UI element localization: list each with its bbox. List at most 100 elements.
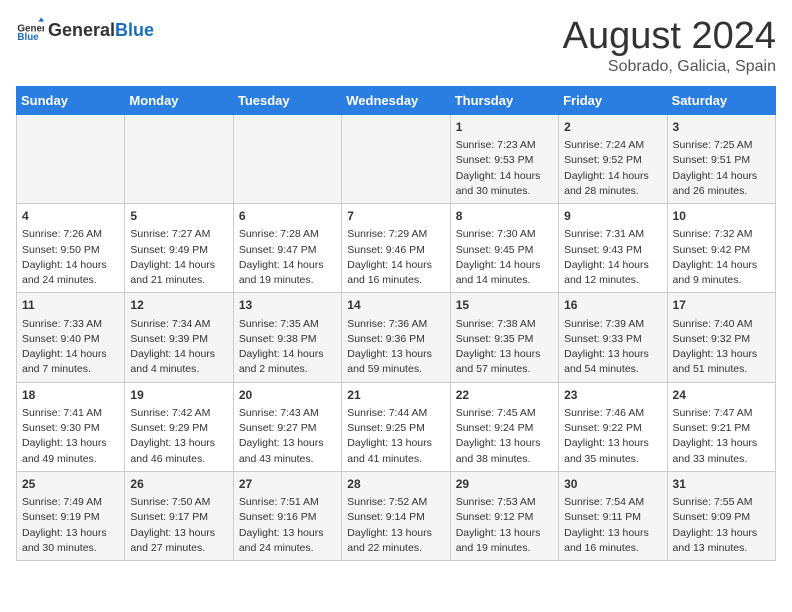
day-info: Daylight: 14 hours and 26 minutes.	[673, 169, 770, 199]
day-info: Sunrise: 7:41 AM	[22, 406, 119, 421]
day-number: 7	[347, 208, 444, 225]
calendar-cell	[342, 114, 450, 203]
day-info: Daylight: 14 hours and 19 minutes.	[239, 258, 336, 288]
day-info: Sunset: 9:32 PM	[673, 332, 770, 347]
calendar-cell: 4Sunrise: 7:26 AMSunset: 9:50 PMDaylight…	[17, 204, 125, 293]
day-number: 9	[564, 208, 661, 225]
day-info: Sunset: 9:25 PM	[347, 421, 444, 436]
calendar-cell: 5Sunrise: 7:27 AMSunset: 9:49 PMDaylight…	[125, 204, 233, 293]
day-info: Sunrise: 7:33 AM	[22, 317, 119, 332]
day-info: Sunset: 9:21 PM	[673, 421, 770, 436]
day-info: Daylight: 14 hours and 2 minutes.	[239, 347, 336, 377]
day-number: 19	[130, 387, 227, 404]
calendar-cell: 6Sunrise: 7:28 AMSunset: 9:47 PMDaylight…	[233, 204, 341, 293]
calendar-body: 1Sunrise: 7:23 AMSunset: 9:53 PMDaylight…	[17, 114, 776, 560]
day-info: Daylight: 14 hours and 9 minutes.	[673, 258, 770, 288]
day-number: 4	[22, 208, 119, 225]
day-number: 22	[456, 387, 553, 404]
day-info: Daylight: 13 hours and 13 minutes.	[673, 526, 770, 556]
day-number: 31	[673, 476, 770, 493]
day-info: Daylight: 13 hours and 51 minutes.	[673, 347, 770, 377]
day-info: Sunset: 9:24 PM	[456, 421, 553, 436]
calendar-week-2: 11Sunrise: 7:33 AMSunset: 9:40 PMDayligh…	[17, 293, 776, 382]
day-info: Sunrise: 7:50 AM	[130, 495, 227, 510]
day-number: 15	[456, 297, 553, 314]
title-block: August 2024 Sobrado, Galicia, Spain	[563, 16, 776, 76]
day-info: Sunset: 9:36 PM	[347, 332, 444, 347]
day-number: 5	[130, 208, 227, 225]
day-info: Sunrise: 7:36 AM	[347, 317, 444, 332]
calendar-subtitle: Sobrado, Galicia, Spain	[563, 58, 776, 76]
calendar-cell: 19Sunrise: 7:42 AMSunset: 9:29 PMDayligh…	[125, 382, 233, 471]
day-info: Sunrise: 7:44 AM	[347, 406, 444, 421]
day-info: Sunset: 9:38 PM	[239, 332, 336, 347]
day-number: 16	[564, 297, 661, 314]
calendar-cell: 20Sunrise: 7:43 AMSunset: 9:27 PMDayligh…	[233, 382, 341, 471]
calendar-cell	[233, 114, 341, 203]
day-number: 30	[564, 476, 661, 493]
day-info: Daylight: 13 hours and 16 minutes.	[564, 526, 661, 556]
calendar-cell	[125, 114, 233, 203]
day-info: Sunrise: 7:43 AM	[239, 406, 336, 421]
calendar-cell: 11Sunrise: 7:33 AMSunset: 9:40 PMDayligh…	[17, 293, 125, 382]
calendar-cell: 30Sunrise: 7:54 AMSunset: 9:11 PMDayligh…	[559, 471, 667, 560]
day-info: Sunset: 9:09 PM	[673, 510, 770, 525]
logo: General Blue GeneralBlue	[16, 16, 154, 44]
calendar-week-3: 18Sunrise: 7:41 AMSunset: 9:30 PMDayligh…	[17, 382, 776, 471]
calendar-cell: 31Sunrise: 7:55 AMSunset: 9:09 PMDayligh…	[667, 471, 775, 560]
day-info: Sunset: 9:46 PM	[347, 243, 444, 258]
day-info: Sunrise: 7:52 AM	[347, 495, 444, 510]
day-number: 29	[456, 476, 553, 493]
day-info: Sunrise: 7:51 AM	[239, 495, 336, 510]
day-info: Daylight: 13 hours and 59 minutes.	[347, 347, 444, 377]
day-info: Sunrise: 7:40 AM	[673, 317, 770, 332]
calendar-cell: 10 Sunrise: 7:32 AMSunset: 9:42 PMDayligh…	[667, 204, 775, 293]
day-info: Daylight: 14 hours and 7 minutes.	[22, 347, 119, 377]
day-info: Daylight: 14 hours and 4 minutes.	[130, 347, 227, 377]
day-info: Daylight: 14 hours and 14 minutes.	[456, 258, 553, 288]
calendar-header: SundayMondayTuesdayWednesdayThursdayFrid…	[17, 86, 776, 114]
calendar-cell: 14Sunrise: 7:36 AMSunset: 9:36 PMDayligh…	[342, 293, 450, 382]
day-info: Daylight: 13 hours and 41 minutes.	[347, 436, 444, 466]
page-header: General Blue GeneralBlue August 2024 Sob…	[16, 16, 776, 76]
header-wednesday: Wednesday	[342, 86, 450, 114]
day-info: Sunrise: 7:27 AM	[130, 227, 227, 242]
day-info: Daylight: 13 hours and 57 minutes.	[456, 347, 553, 377]
header-row: SundayMondayTuesdayWednesdayThursdayFrid…	[17, 86, 776, 114]
day-number: 6	[239, 208, 336, 225]
day-info: Sunrise: 7:29 AM	[347, 227, 444, 242]
day-info: Sunrise: 7:25 AM	[673, 138, 770, 153]
day-info: Sunrise: 7:47 AM	[673, 406, 770, 421]
day-info: Sunset: 9:27 PM	[239, 421, 336, 436]
day-info: Sunrise: 7:32 AM	[673, 227, 770, 242]
day-info: Sunset: 9:53 PM	[456, 153, 553, 168]
calendar-cell: 9Sunrise: 7:31 AMSunset: 9:43 PMDaylight…	[559, 204, 667, 293]
calendar-cell: 25Sunrise: 7:49 AMSunset: 9:19 PMDayligh…	[17, 471, 125, 560]
day-info: Daylight: 14 hours and 30 minutes.	[456, 169, 553, 199]
day-info: Sunset: 9:33 PM	[564, 332, 661, 347]
calendar-cell: 17Sunrise: 7:40 AMSunset: 9:32 PMDayligh…	[667, 293, 775, 382]
day-info: Daylight: 13 hours and 27 minutes.	[130, 526, 227, 556]
day-number: 25	[22, 476, 119, 493]
day-info: Daylight: 13 hours and 54 minutes.	[564, 347, 661, 377]
day-info: Sunset: 9:50 PM	[22, 243, 119, 258]
calendar-cell: 2Sunrise: 7:24 AMSunset: 9:52 PMDaylight…	[559, 114, 667, 203]
calendar-title: August 2024	[563, 16, 776, 58]
day-info: Sunset: 9:45 PM	[456, 243, 553, 258]
day-info: Sunrise: 7:28 AM	[239, 227, 336, 242]
header-monday: Monday	[125, 86, 233, 114]
day-number: 21	[347, 387, 444, 404]
header-friday: Friday	[559, 86, 667, 114]
day-info: Sunset: 9:29 PM	[130, 421, 227, 436]
day-info: Sunset: 9:42 PM	[673, 243, 770, 258]
day-number: 10	[673, 208, 770, 225]
day-number: 2	[564, 119, 661, 136]
day-info: Daylight: 13 hours and 24 minutes.	[239, 526, 336, 556]
calendar-cell: 26Sunrise: 7:50 AMSunset: 9:17 PMDayligh…	[125, 471, 233, 560]
day-info: Daylight: 14 hours and 12 minutes.	[564, 258, 661, 288]
svg-text:Blue: Blue	[17, 32, 39, 43]
day-number: 13	[239, 297, 336, 314]
day-number: 1	[456, 119, 553, 136]
calendar-cell: 28Sunrise: 7:52 AMSunset: 9:14 PMDayligh…	[342, 471, 450, 560]
day-info: Sunset: 9:49 PM	[130, 243, 227, 258]
